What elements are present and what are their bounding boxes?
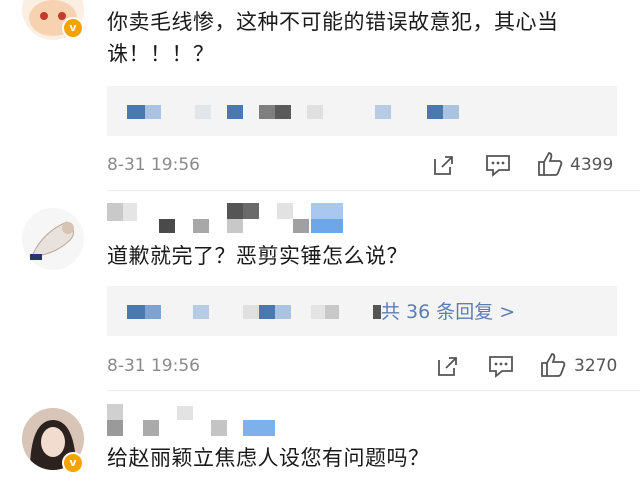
redacted-block	[227, 203, 243, 219]
redacted-block	[195, 105, 211, 119]
redacted-block	[277, 203, 293, 219]
share-icon[interactable]	[432, 153, 456, 181]
redacted-block	[145, 305, 161, 319]
redacted-block	[311, 203, 343, 219]
comment-icon[interactable]	[488, 354, 514, 382]
comment-1-text[interactable]: 你卖毛线惨，这种不可能的错误故意犯，其心当诛！！！？	[107, 6, 617, 70]
redacted-block	[193, 219, 209, 233]
divider	[107, 390, 640, 391]
verified-badge: v	[62, 452, 84, 474]
view-replies-link[interactable]: 共 36 条回复 >	[381, 297, 515, 324]
redacted-block	[243, 203, 259, 219]
redacted-block	[375, 105, 391, 119]
redacted-block	[107, 203, 123, 221]
redacted-block	[159, 219, 175, 233]
comment-1-time: 8-31 19:56	[107, 155, 200, 175]
redacted-block	[145, 105, 161, 119]
comment-2-username[interactable]	[107, 203, 367, 233]
redacted-block	[127, 305, 145, 319]
redacted-block	[243, 420, 275, 436]
comment-2-like-count: 3270	[574, 356, 618, 376]
comment-2-text[interactable]: 道歉就完了？恶剪实锤怎么说？	[107, 240, 408, 272]
redacted-block	[275, 305, 291, 319]
redacted-block	[107, 420, 123, 436]
redacted-block	[193, 305, 209, 319]
redacted-block	[427, 105, 443, 119]
comment-2-reply-preview[interactable]: 共 36 条回复 >	[107, 286, 617, 336]
comment-2-time: 8-31 19:56	[107, 356, 200, 376]
redacted-block	[211, 420, 227, 436]
divider	[107, 190, 640, 191]
comment-1-reply-preview[interactable]	[107, 86, 617, 136]
comment-icon[interactable]	[485, 153, 511, 181]
redacted-block	[123, 203, 137, 221]
redacted-block	[259, 105, 275, 119]
comment-3-username[interactable]	[107, 402, 307, 438]
redacted-block	[227, 219, 243, 233]
avatar-comment-2[interactable]	[22, 208, 84, 270]
redacted-block	[443, 105, 459, 119]
comment-3-text[interactable]: 给赵丽颖立焦虑人设您有问题吗？	[107, 442, 430, 474]
thumbs-up-icon[interactable]	[537, 151, 563, 181]
redacted-block	[325, 305, 339, 319]
redacted-block	[373, 305, 381, 319]
share-icon[interactable]	[436, 354, 460, 382]
redacted-block	[259, 305, 275, 319]
avatar-image	[30, 221, 75, 260]
redacted-block	[243, 305, 259, 319]
thumbs-up-icon[interactable]	[540, 352, 566, 382]
verified-badge: v	[62, 17, 84, 39]
redacted-block	[107, 404, 123, 420]
redacted-block	[275, 105, 291, 119]
redacted-block	[143, 420, 159, 436]
comment-1-like-count: 4399	[570, 155, 614, 175]
redacted-block	[127, 105, 145, 119]
redacted-block	[293, 219, 309, 233]
redacted-block	[307, 105, 323, 119]
redacted-block	[311, 219, 343, 233]
redacted-block	[227, 105, 243, 119]
redacted-block	[177, 406, 193, 420]
redacted-block	[311, 305, 325, 319]
